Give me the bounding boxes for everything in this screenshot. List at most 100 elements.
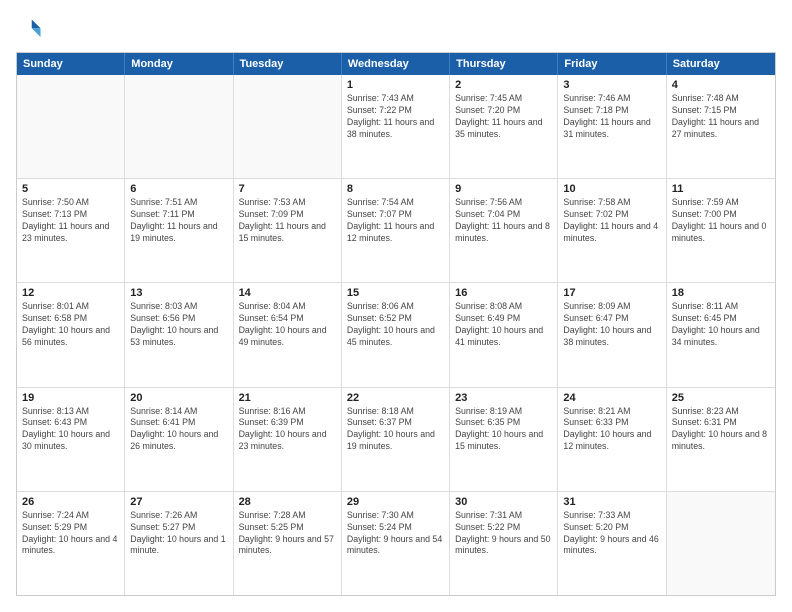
day-info: Sunrise: 7:24 AM Sunset: 5:29 PM Dayligh… — [22, 510, 119, 558]
logo — [16, 16, 48, 44]
calendar-cell: 21 Sunrise: 8:16 AM Sunset: 6:39 PM Dayli… — [234, 388, 342, 491]
day-number: 20 — [130, 392, 227, 404]
page-header — [16, 16, 776, 44]
weekday-header: Saturday — [667, 53, 775, 75]
day-number: 29 — [347, 496, 444, 508]
calendar-cell: 24Sunrise: 8:21 AM Sunset: 6:33 PM Dayli… — [558, 388, 666, 491]
calendar-cell: 9 Sunrise: 7:56 AM Sunset: 7:04 PM Daylig… — [450, 179, 558, 282]
day-info: Sunrise: 7:59 AM Sunset: 7:00 PM Dayligh… — [672, 197, 770, 245]
weekday-header: Sunday — [17, 53, 125, 75]
calendar-cell — [234, 75, 342, 178]
calendar-cell: 1 Sunrise: 7:43 AM Sunset: 7:22 PM Daylig… — [342, 75, 450, 178]
day-number: 8 — [347, 183, 444, 195]
day-info: Sunrise: 7:58 AM Sunset: 7:02 PM Dayligh… — [563, 197, 660, 245]
day-info: Sunrise: 7:28 AM Sunset: 5:25 PM Dayligh… — [239, 510, 336, 558]
day-number: 12 — [22, 287, 119, 299]
day-number: 7 — [239, 183, 336, 195]
calendar-header: SundayMondayTuesdayWednesdayThursdayFrid… — [17, 53, 775, 75]
day-info: Sunrise: 8:01 AM Sunset: 6:58 PM Dayligh… — [22, 301, 119, 349]
calendar-row: 26Sunrise: 7:24 AM Sunset: 5:29 PM Dayli… — [17, 492, 775, 595]
day-number: 27 — [130, 496, 227, 508]
calendar-cell: 12 Sunrise: 8:01 AM Sunset: 6:58 PM Dayli… — [17, 283, 125, 386]
weekday-header: Friday — [558, 53, 666, 75]
calendar-row: 12 Sunrise: 8:01 AM Sunset: 6:58 PM Dayli… — [17, 283, 775, 387]
calendar-cell: 28 Sunrise: 7:28 AM Sunset: 5:25 PM Dayli… — [234, 492, 342, 595]
day-info: Sunrise: 8:08 AM Sunset: 6:49 PM Dayligh… — [455, 301, 552, 349]
calendar-cell: 7 Sunrise: 7:53 AM Sunset: 7:09 PM Daylig… — [234, 179, 342, 282]
day-number: 10 — [563, 183, 660, 195]
calendar-cell: 26Sunrise: 7:24 AM Sunset: 5:29 PM Dayli… — [17, 492, 125, 595]
day-info: Sunrise: 8:19 AM Sunset: 6:35 PM Dayligh… — [455, 406, 552, 454]
day-number: 17 — [563, 287, 660, 299]
day-info: Sunrise: 7:48 AM Sunset: 7:15 PM Dayligh… — [672, 93, 770, 141]
day-info: Sunrise: 7:50 AM Sunset: 7:13 PM Dayligh… — [22, 197, 119, 245]
day-number: 14 — [239, 287, 336, 299]
calendar-cell: 17 Sunrise: 8:09 AM Sunset: 6:47 PM Dayli… — [558, 283, 666, 386]
day-info: Sunrise: 8:13 AM Sunset: 6:43 PM Dayligh… — [22, 406, 119, 454]
day-info: Sunrise: 8:09 AM Sunset: 6:47 PM Dayligh… — [563, 301, 660, 349]
day-info: Sunrise: 7:45 AM Sunset: 7:20 PM Dayligh… — [455, 93, 552, 141]
calendar-cell — [667, 492, 775, 595]
day-number: 9 — [455, 183, 552, 195]
day-number: 6 — [130, 183, 227, 195]
day-info: Sunrise: 7:54 AM Sunset: 7:07 PM Dayligh… — [347, 197, 444, 245]
calendar-cell: 22Sunrise: 8:18 AM Sunset: 6:37 PM Dayli… — [342, 388, 450, 491]
weekday-header: Thursday — [450, 53, 558, 75]
calendar-cell: 5 Sunrise: 7:50 AM Sunset: 7:13 PM Daylig… — [17, 179, 125, 282]
calendar-cell — [125, 75, 233, 178]
day-number: 28 — [239, 496, 336, 508]
calendar-cell: 13 Sunrise: 8:03 AM Sunset: 6:56 PM Dayli… — [125, 283, 233, 386]
calendar-cell: 19 Sunrise: 8:13 AM Sunset: 6:43 PM Dayli… — [17, 388, 125, 491]
day-info: Sunrise: 8:06 AM Sunset: 6:52 PM Dayligh… — [347, 301, 444, 349]
day-info: Sunrise: 8:16 AM Sunset: 6:39 PM Dayligh… — [239, 406, 336, 454]
calendar-row: 5 Sunrise: 7:50 AM Sunset: 7:13 PM Daylig… — [17, 179, 775, 283]
day-number: 5 — [22, 183, 119, 195]
calendar-cell: 27 Sunrise: 7:26 AM Sunset: 5:27 PM Dayli… — [125, 492, 233, 595]
day-info: Sunrise: 7:31 AM Sunset: 5:22 PM Dayligh… — [455, 510, 552, 558]
day-number: 4 — [672, 79, 770, 91]
weekday-header: Tuesday — [234, 53, 342, 75]
day-info: Sunrise: 7:51 AM Sunset: 7:11 PM Dayligh… — [130, 197, 227, 245]
calendar-cell: 18Sunrise: 8:11 AM Sunset: 6:45 PM Dayli… — [667, 283, 775, 386]
calendar-cell: 4 Sunrise: 7:48 AM Sunset: 7:15 PM Daylig… — [667, 75, 775, 178]
day-number: 3 — [563, 79, 660, 91]
day-number: 1 — [347, 79, 444, 91]
day-info: Sunrise: 7:30 AM Sunset: 5:24 PM Dayligh… — [347, 510, 444, 558]
calendar-cell: 31Sunrise: 7:33 AM Sunset: 5:20 PM Dayli… — [558, 492, 666, 595]
calendar-cell: 15 Sunrise: 8:06 AM Sunset: 6:52 PM Dayli… — [342, 283, 450, 386]
calendar-cell: 25Sunrise: 8:23 AM Sunset: 6:31 PM Dayli… — [667, 388, 775, 491]
day-number: 15 — [347, 287, 444, 299]
calendar-cell: 11 Sunrise: 7:59 AM Sunset: 7:00 PM Dayli… — [667, 179, 775, 282]
day-number: 13 — [130, 287, 227, 299]
calendar: SundayMondayTuesdayWednesdayThursdayFrid… — [16, 52, 776, 596]
calendar-cell: 14 Sunrise: 8:04 AM Sunset: 6:54 PM Dayli… — [234, 283, 342, 386]
calendar-cell: 23 Sunrise: 8:19 AM Sunset: 6:35 PM Dayli… — [450, 388, 558, 491]
day-info: Sunrise: 7:56 AM Sunset: 7:04 PM Dayligh… — [455, 197, 552, 245]
day-number: 2 — [455, 79, 552, 91]
calendar-cell: 3 Sunrise: 7:46 AM Sunset: 7:18 PM Daylig… — [558, 75, 666, 178]
day-number: 23 — [455, 392, 552, 404]
calendar-row: 1 Sunrise: 7:43 AM Sunset: 7:22 PM Daylig… — [17, 75, 775, 179]
day-info: Sunrise: 8:04 AM Sunset: 6:54 PM Dayligh… — [239, 301, 336, 349]
calendar-cell: 29 Sunrise: 7:30 AM Sunset: 5:24 PM Dayli… — [342, 492, 450, 595]
calendar-cell: 6 Sunrise: 7:51 AM Sunset: 7:11 PM Daylig… — [125, 179, 233, 282]
weekday-header: Monday — [125, 53, 233, 75]
day-info: Sunrise: 8:03 AM Sunset: 6:56 PM Dayligh… — [130, 301, 227, 349]
calendar-cell: 16 Sunrise: 8:08 AM Sunset: 6:49 PM Dayli… — [450, 283, 558, 386]
calendar-row: 19 Sunrise: 8:13 AM Sunset: 6:43 PM Dayli… — [17, 388, 775, 492]
day-number: 21 — [239, 392, 336, 404]
day-info: Sunrise: 7:46 AM Sunset: 7:18 PM Dayligh… — [563, 93, 660, 141]
calendar-cell — [17, 75, 125, 178]
logo-icon — [16, 16, 44, 44]
day-number: 19 — [22, 392, 119, 404]
calendar-cell: 20Sunrise: 8:14 AM Sunset: 6:41 PM Dayli… — [125, 388, 233, 491]
day-info: Sunrise: 7:26 AM Sunset: 5:27 PM Dayligh… — [130, 510, 227, 558]
day-info: Sunrise: 7:43 AM Sunset: 7:22 PM Dayligh… — [347, 93, 444, 141]
day-number: 25 — [672, 392, 770, 404]
day-info: Sunrise: 8:11 AM Sunset: 6:45 PM Dayligh… — [672, 301, 770, 349]
day-number: 11 — [672, 183, 770, 195]
day-info: Sunrise: 7:53 AM Sunset: 7:09 PM Dayligh… — [239, 197, 336, 245]
calendar-cell: 2 Sunrise: 7:45 AM Sunset: 7:20 PM Daylig… — [450, 75, 558, 178]
day-number: 22 — [347, 392, 444, 404]
day-number: 16 — [455, 287, 552, 299]
